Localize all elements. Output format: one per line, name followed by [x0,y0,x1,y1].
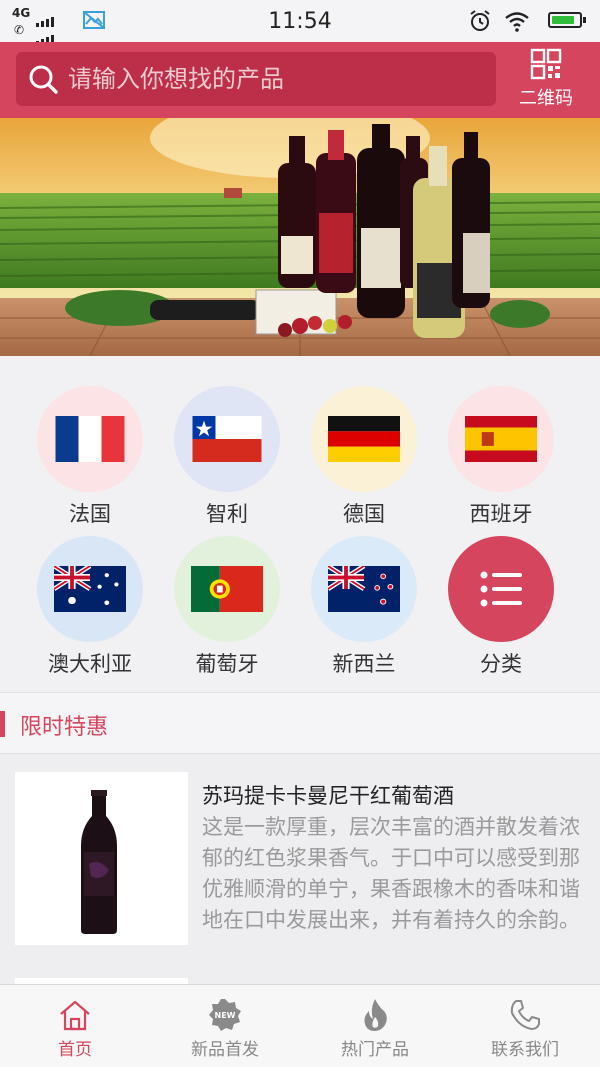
wine-banner-image [0,118,600,356]
bottom-nav: 首页 NEW 新品首发 热门产品 联系我们 [0,984,600,1067]
product-item[interactable]: 苏玛提卡卡曼尼干红葡萄酒 这是一款厚重，层次丰富的酒并散发着浓郁的红色浆果香气。… [0,754,600,984]
tab-label: 热门产品 [341,1040,409,1060]
country-label: 智利 [206,502,248,526]
country-circle [37,536,143,642]
flame-icon [364,999,387,1031]
new-zealand-flag-icon [328,566,400,612]
tab-home[interactable]: 首页 [0,985,150,1067]
status-bar: 4G ✆ 11:54 [0,0,600,45]
category-label: 分类 [480,652,522,676]
country-germany[interactable]: 德国 [296,386,432,536]
tab-label: 首页 [58,1040,92,1060]
category-button[interactable]: 分类 [433,536,569,686]
promo-banner[interactable] [0,118,600,356]
france-flag-icon [55,416,125,462]
country-label: 德国 [343,502,385,526]
tab-label: 新品首发 [191,1040,259,1060]
battery-icon [548,12,586,28]
portugal-flag-icon [191,566,263,612]
country-australia[interactable]: 澳大利亚 [22,536,158,686]
search-icon [29,65,58,94]
product-description: 这是一款厚重，层次丰富的酒并散发着浓郁的红色浆果香气。于口中可以感受到那优雅顺滑… [202,815,580,932]
phone-icon [510,1000,540,1030]
country-label: 西班牙 [469,502,533,526]
qr-code-icon [530,48,562,80]
search-box[interactable] [16,52,496,106]
germany-flag-icon [328,416,400,462]
wine-bottle-image [81,790,117,934]
country-grid: 法国 智利 德国 西班牙 澳大利亚 葡萄牙 新西兰 分类 [0,356,600,692]
spain-flag-icon [465,416,537,462]
country-label: 葡萄牙 [195,652,259,676]
new-badge-icon: NEW [209,999,241,1031]
battery-level [552,16,575,24]
country-france[interactable]: 法国 [22,386,158,536]
country-circle [174,386,280,492]
tab-label: 联系我们 [491,1040,559,1060]
australia-flag-icon [54,566,126,612]
country-circle [37,386,143,492]
section-title: 限时特惠 [20,715,109,740]
chile-flag-icon [192,416,262,462]
qr-code-label: 二维码 [519,88,573,109]
list-icon [480,571,522,607]
home-icon [60,1000,90,1031]
country-portugal[interactable]: 葡萄牙 [159,536,295,686]
svg-text:NEW: NEW [215,1011,236,1020]
section-accent-bar [0,711,5,737]
country-label: 新西兰 [332,652,396,676]
country-circle [174,536,280,642]
country-chile[interactable]: 智利 [159,386,295,536]
flash-sale-header: 限时特惠 [0,692,600,754]
product-name: 苏玛提卡卡曼尼干红葡萄酒 [202,784,454,808]
tab-contact-us[interactable]: 联系我们 [450,985,600,1067]
wifi-icon [505,12,529,32]
country-label: 澳大利亚 [48,652,132,676]
alarm-icon [470,10,490,31]
tab-hot-products[interactable]: 热门产品 [300,985,450,1067]
country-new-zealand[interactable]: 新西兰 [296,536,432,686]
product-image[interactable] [15,772,188,945]
country-label: 法国 [69,502,111,526]
qr-code-button[interactable]: 二维码 [510,48,582,110]
country-circle [448,536,554,642]
country-spain[interactable]: 西班牙 [433,386,569,536]
country-circle [448,386,554,492]
tab-new-arrivals[interactable]: NEW 新品首发 [150,985,300,1067]
search-input[interactable] [68,52,488,106]
header: 二维码 [0,42,600,118]
country-circle [311,536,417,642]
country-circle [311,386,417,492]
